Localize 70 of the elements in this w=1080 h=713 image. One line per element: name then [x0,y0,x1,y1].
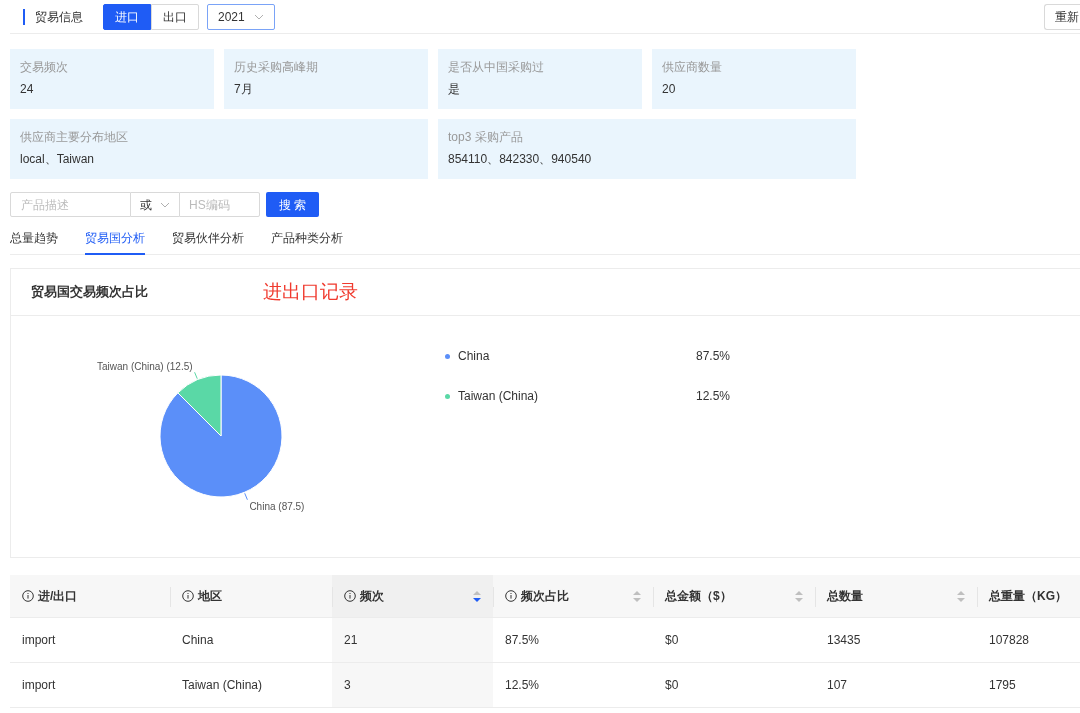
info-icon [22,590,34,602]
operator-select[interactable]: 或 [131,192,179,217]
info-icon [505,590,517,602]
caret-icon [254,13,264,20]
table-cell-text: $0 [664,632,680,649]
analysis-tab[interactable]: 总量趋势 [10,229,58,255]
reset-button[interactable]: 重新 [1044,3,1080,30]
accent-bar [23,8,25,25]
analysis-tab[interactable]: 贸易伙伴分析 [172,229,244,255]
analysis-tab[interactable]: 贸易国分析 [85,229,145,255]
section-title: 贸易信息 [35,8,83,26]
annotation-text: 进出口记录 [263,279,358,304]
table-cell: 3 [332,663,493,707]
stat-value: 24 [20,81,35,97]
column-label: 频次占比 [521,588,569,605]
direction-toggle[interactable]: 进口 [103,3,151,30]
table-cell-text: China [181,632,215,649]
sort-icon[interactable] [473,590,481,602]
table-cell-text: 1795 [988,677,1017,694]
info-icon [182,590,194,602]
legend-label[interactable]: Taiwan (China) [458,387,658,405]
info-icon [344,590,356,602]
column-label: 总金额（$） [665,588,732,605]
analysis-tab[interactable]: 产品种类分析 [271,229,343,255]
table-cell-text: 107 [826,677,849,694]
operator-value: 或 [140,196,152,214]
product-field[interactable]: 产品描述 [10,192,131,217]
column-label: 频次 [360,588,384,605]
panel-title: 贸易国交易频次占比 [31,283,148,302]
table-cell-text: 13435 [826,632,862,649]
column-header[interactable]: 频次占比 [493,575,653,617]
stat-value: 20 [662,81,677,97]
table-cell-text: 87.5% [504,632,541,649]
stat-label: 供应商主要分布地区 [20,129,129,145]
year-value: 2021 [218,8,245,26]
table-cell: 21 [332,618,493,662]
table-cell-text: import [21,677,57,694]
table-cell-text: 12.5% [504,677,541,694]
table-cell-text: import [21,632,57,649]
caret-icon [160,201,170,208]
column-header[interactable]: 总金额（$） [653,575,815,617]
stat-value: local、Taiwan [20,151,96,167]
year-select[interactable]: 2021 [207,3,275,30]
search-button[interactable]: 搜 索 [266,192,319,217]
table-cell-text: $0 [664,677,680,694]
slice-label: China (87.5) [249,500,305,512]
stat-label: 是否从中国采购过 [448,59,545,75]
leader-line [194,371,198,380]
column-header[interactable]: 频次 [332,575,493,617]
column-label: 总数量 [827,588,863,605]
column-label: 地区 [198,588,222,605]
legend-label[interactable]: China [458,347,658,365]
legend-value: 87.5% [694,348,730,365]
direction-toggle[interactable]: 出口 [151,3,199,30]
slice-label: Taiwan (China) (12.5) [97,361,193,373]
column-label: 总重量（KG） [989,588,1067,605]
stat-label: 供应商数量 [662,59,723,75]
stat-value: 854110、842330、940540 [448,151,593,167]
stat-value: 是 [448,81,461,97]
column-header[interactable]: 总数量 [815,575,977,617]
table-cell-text: Taiwan (China) [181,677,264,694]
stat-label: 交易频次 [20,59,69,75]
table-cell-text: 107828 [988,632,1031,649]
legend-value: 12.5% [694,388,730,405]
stat-label: top3 采购产品 [448,129,524,145]
stat-label: 历史采购高峰期 [234,59,319,75]
stat-value: 7月 [234,81,254,97]
hs-code-field[interactable]: HS编码 [179,192,260,217]
leader-line [244,492,248,501]
column-label: 进/出口 [38,588,78,605]
